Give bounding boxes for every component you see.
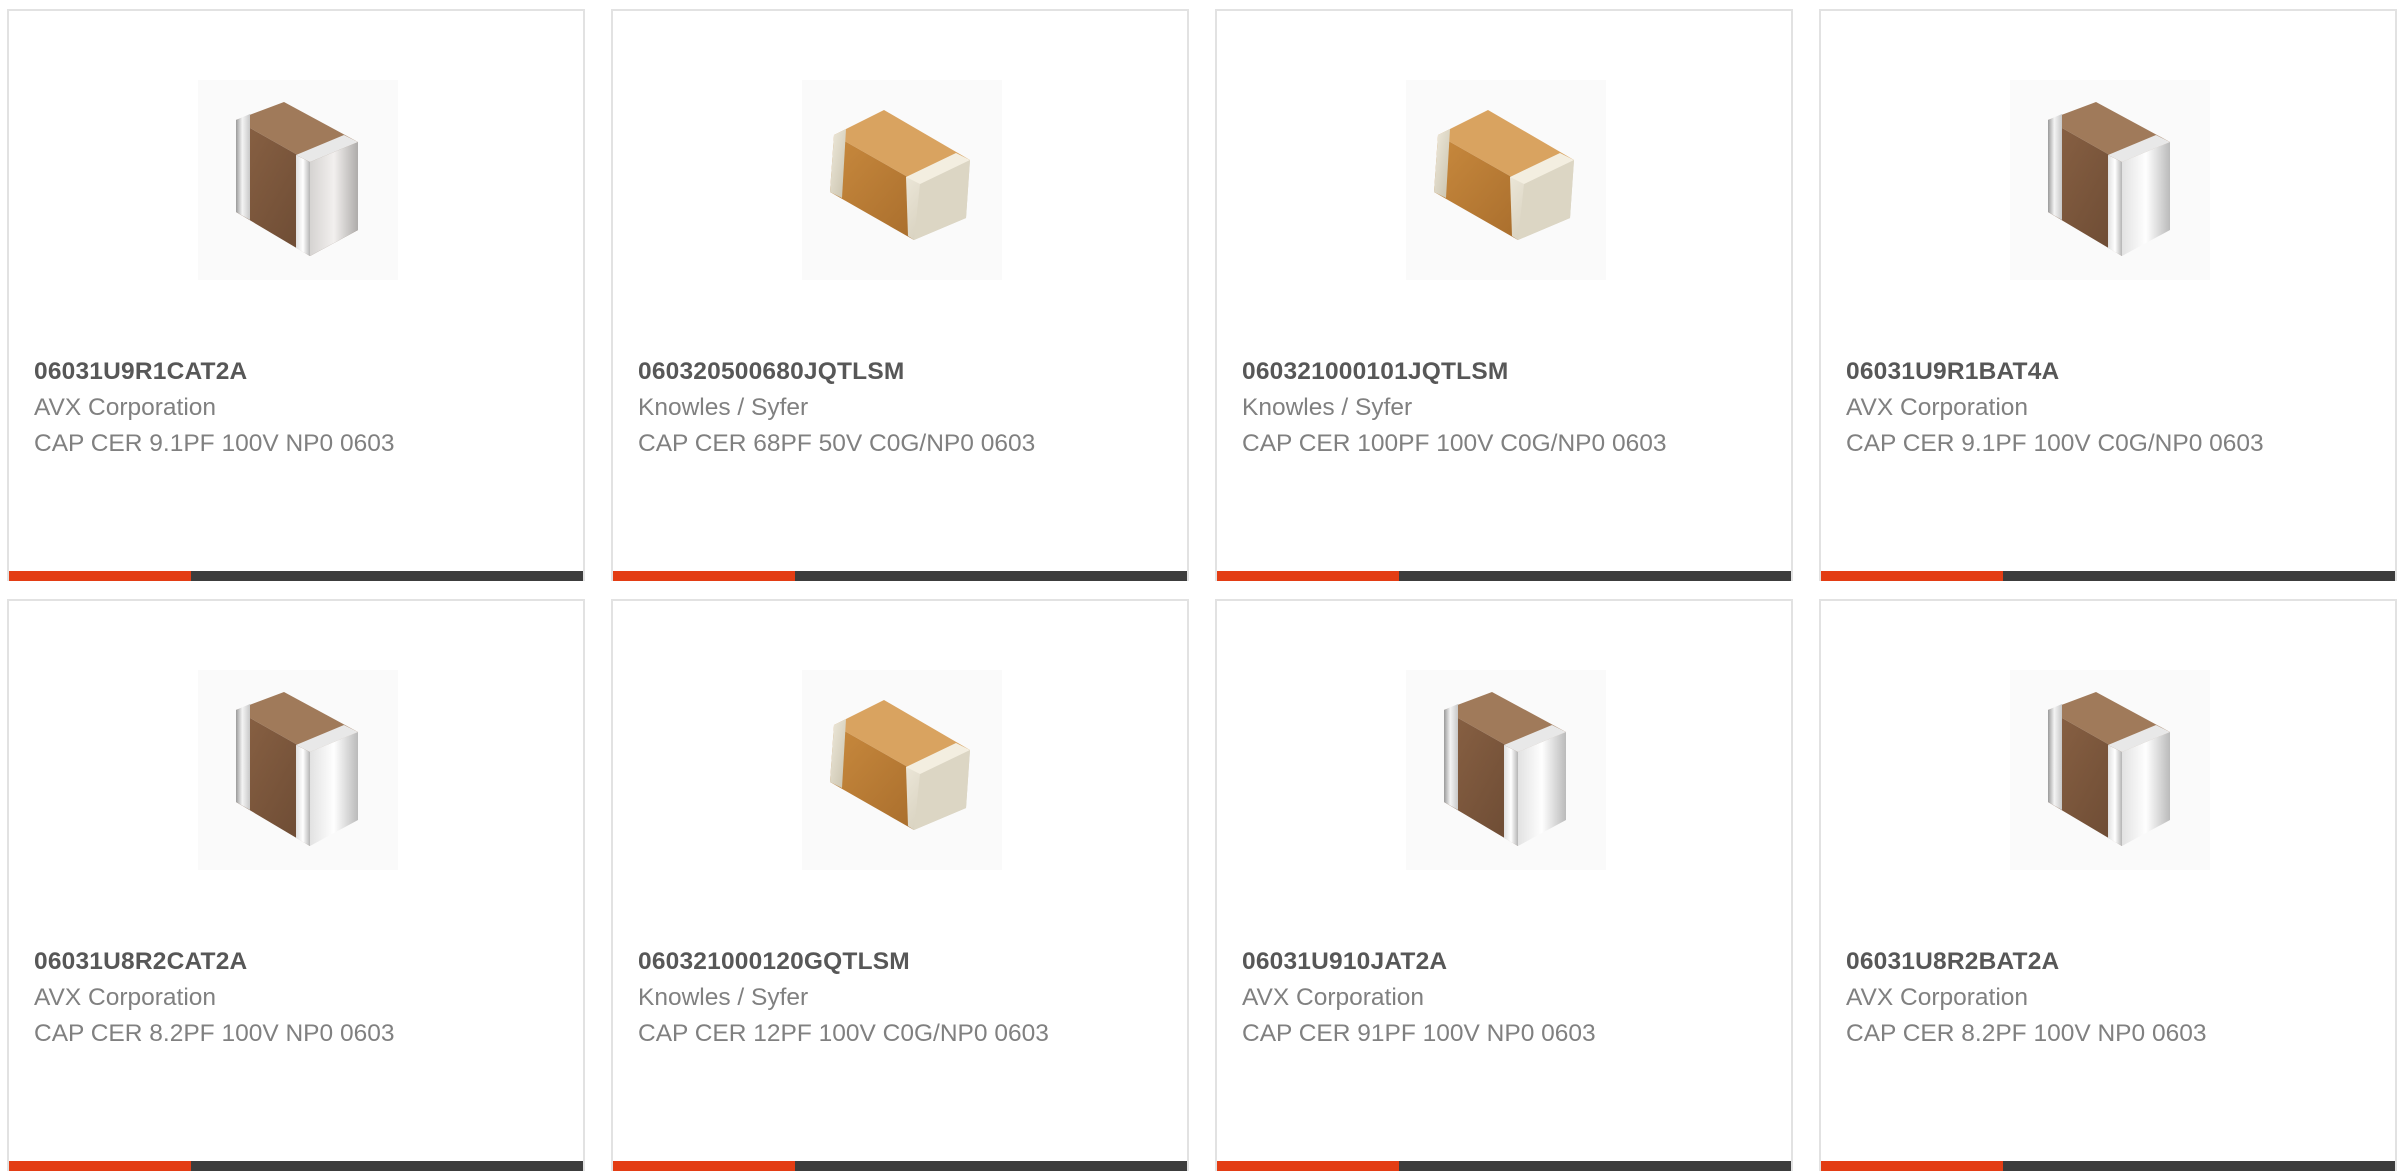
capacitor-brown-icon [198, 80, 398, 280]
description: CAP CER 91PF 100V NP0 0603 [1242, 1020, 1596, 1047]
product-card[interactable]: 060320500680JQTLSM Knowles / Syfer CAP C… [611, 9, 1189, 581]
card-footer-bar [9, 1161, 583, 1171]
card-footer-accent [1217, 1161, 1399, 1171]
description: CAP CER 12PF 100V C0G/NP0 0603 [638, 1020, 1049, 1047]
description: CAP CER 100PF 100V C0G/NP0 0603 [1242, 430, 1667, 457]
capacitor-brown-icon [2010, 80, 2210, 280]
capacitor-tan-icon [1406, 80, 1606, 280]
card-footer-bar [9, 571, 583, 581]
manufacturer: AVX Corporation [1846, 984, 2029, 1011]
card-footer-accent [1821, 571, 2003, 581]
card-footer-accent [1821, 1161, 2003, 1171]
product-card[interactable]: 06031U8R2CAT2A AVX Corporation CAP CER 8… [7, 599, 585, 1171]
description: CAP CER 8.2PF 100V NP0 0603 [1846, 1020, 2207, 1047]
card-footer-accent [613, 1161, 795, 1171]
card-footer-accent [613, 571, 795, 581]
product-card[interactable]: 06031U9R1BAT4A AVX Corporation CAP CER 9… [1819, 9, 2397, 581]
description: CAP CER 8.2PF 100V NP0 0603 [34, 1020, 395, 1047]
card-footer-accent [9, 571, 191, 581]
part-number[interactable]: 060321000120GQTLSM [638, 943, 1078, 980]
product-card[interactable]: 06031U9R1CAT2A AVX Corporation CAP CER 9… [7, 9, 585, 581]
card-footer-bar [1821, 571, 2395, 581]
product-grid: 06031U9R1CAT2A AVX Corporation CAP CER 9… [0, 0, 2400, 1171]
manufacturer: AVX Corporation [34, 984, 217, 1011]
product-card[interactable]: 06031U910JAT2A AVX Corporation CAP CER 9… [1215, 599, 1793, 1171]
card-footer-accent [1217, 571, 1399, 581]
part-number[interactable]: 06031U8R2BAT2A [1846, 943, 2286, 980]
card-footer-accent [9, 1161, 191, 1171]
description: CAP CER 9.1PF 100V C0G/NP0 0603 [1846, 430, 2264, 457]
manufacturer: AVX Corporation [1242, 984, 1425, 1011]
card-footer-bar [613, 1161, 1187, 1171]
card-footer-bar [1217, 571, 1791, 581]
manufacturer: Knowles / Syfer [638, 984, 809, 1011]
part-number[interactable]: 060320500680JQTLSM [638, 353, 1078, 390]
part-number[interactable]: 060321000101JQTLSM [1242, 353, 1682, 390]
card-footer-bar [1821, 1161, 2395, 1171]
part-number[interactable]: 06031U9R1CAT2A [34, 353, 474, 390]
manufacturer: Knowles / Syfer [1242, 394, 1413, 421]
product-card[interactable]: 06031U8R2BAT2A AVX Corporation CAP CER 8… [1819, 599, 2397, 1171]
card-footer-bar [1217, 1161, 1791, 1171]
manufacturer: AVX Corporation [34, 394, 217, 421]
product-card[interactable]: 060321000101JQTLSM Knowles / Syfer CAP C… [1215, 9, 1793, 581]
capacitor-tan-icon [802, 80, 1002, 280]
manufacturer: AVX Corporation [1846, 394, 2029, 421]
manufacturer: Knowles / Syfer [638, 394, 809, 421]
part-number[interactable]: 06031U9R1BAT4A [1846, 353, 2286, 390]
description: CAP CER 9.1PF 100V NP0 0603 [34, 430, 395, 457]
description: CAP CER 68PF 50V C0G/NP0 0603 [638, 430, 1036, 457]
card-footer-bar [613, 571, 1187, 581]
product-card[interactable]: 060321000120GQTLSM Knowles / Syfer CAP C… [611, 599, 1189, 1171]
capacitor-brown-icon [2010, 670, 2210, 870]
capacitor-brown-icon [1406, 670, 1606, 870]
part-number[interactable]: 06031U910JAT2A [1242, 943, 1682, 980]
part-number[interactable]: 06031U8R2CAT2A [34, 943, 474, 980]
capacitor-brown-icon [198, 670, 398, 870]
capacitor-tan-icon [802, 670, 1002, 870]
